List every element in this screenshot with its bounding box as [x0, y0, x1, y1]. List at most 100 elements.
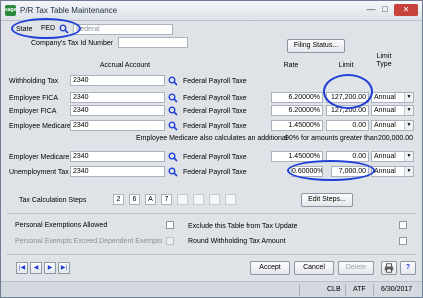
row-label-employee-medicare: Employee Medicare	[9, 123, 71, 130]
round-withholding-label: Round Withholding Tax Amount	[188, 238, 286, 245]
help-icon[interactable]: ?	[400, 261, 416, 275]
employee-medicare-account-desc: Federal Payroll Taxe	[183, 123, 247, 130]
employee-fica-account-desc: Federal Payroll Taxe	[183, 95, 247, 102]
tax-step-2[interactable]: 6	[129, 194, 140, 205]
company-tax-id-input[interactable]	[118, 37, 188, 48]
minimize-button[interactable]: —	[365, 4, 377, 16]
status-divider	[373, 284, 374, 296]
company-tax-id-label: Company's Tax Id Number	[31, 40, 114, 47]
employee-medicare-limit-input[interactable]: 0.00	[326, 120, 369, 131]
close-button[interactable]: ✕	[394, 4, 418, 16]
window-title: P/R Tax Table Maintenance	[20, 6, 118, 15]
next-record-icon[interactable]: ▶	[44, 262, 56, 274]
filing-status-button[interactable]: Filing Status...	[287, 39, 345, 53]
last-record-icon[interactable]: ▶|	[58, 262, 70, 274]
title-bar[interactable]: sage P/R Tax Table Maintenance — □ ✕	[1, 1, 422, 21]
employer-medicare-limit-type-select[interactable]: Annual ▼	[371, 151, 414, 162]
chevron-down-icon: ▼	[404, 93, 413, 102]
row-label-unemployment: Unemployment Tax	[9, 169, 69, 176]
exclude-tax-update-label: Exclude this Table from Tax Update	[188, 223, 298, 230]
medicare-threshold-amount[interactable]: 200,000.00	[371, 134, 413, 143]
unemployment-annotation-oval	[287, 160, 375, 181]
medicare-additional-rate[interactable]: .90%	[283, 134, 299, 143]
status-divider	[299, 284, 300, 296]
limit-type-header: Limit Type	[376, 53, 392, 68]
withholding-account-input[interactable]: 2340	[70, 75, 165, 86]
personal-exempts-exceed-label: Personal Exempts Exceed Dependent Exempt…	[15, 238, 163, 245]
employer-fica-limit-type-select[interactable]: Annual ▼	[371, 105, 414, 116]
delete-button[interactable]: Delete	[338, 261, 374, 275]
employee-fica-limit-type-select[interactable]: Annual ▼	[371, 92, 414, 103]
edit-steps-button[interactable]: Edit Steps...	[301, 193, 353, 207]
previous-record-icon[interactable]: ◀	[30, 262, 42, 274]
tax-step-5[interactable]	[177, 194, 188, 205]
personal-exemptions-label: Personal Exemptions Allowed	[15, 222, 108, 229]
tax-step-4[interactable]: 7	[161, 194, 172, 205]
unemployment-account-input[interactable]: 2340	[70, 166, 165, 177]
cancel-button[interactable]: Cancel	[294, 261, 334, 275]
employee-fica-lookup-icon[interactable]	[168, 93, 178, 103]
employer-medicare-lookup-icon[interactable]	[168, 152, 178, 162]
chevron-down-icon: ▼	[404, 121, 413, 130]
employer-fica-account-input[interactable]: 2340	[70, 105, 165, 116]
fica-limit-annotation-oval	[323, 74, 373, 109]
maximize-button[interactable]: □	[379, 4, 391, 16]
bottom-divider	[7, 254, 416, 255]
withholding-account-lookup-icon[interactable]	[168, 76, 178, 86]
tax-step-7[interactable]	[209, 194, 220, 205]
employee-medicare-limit-type-value: Annual	[374, 122, 396, 129]
employee-medicare-limit-type-select[interactable]: Annual ▼	[371, 120, 414, 131]
sage-app-icon: sage	[5, 5, 16, 16]
medicare-note-middle: for amounts greater than	[301, 135, 378, 142]
tax-step-6[interactable]	[193, 194, 204, 205]
employer-medicare-limit-type-value: Annual	[374, 153, 396, 160]
row-label-employee-fica: Employee FICA	[9, 95, 59, 102]
employee-fica-rate-input[interactable]: 6.20000%	[271, 92, 323, 103]
employer-medicare-account-input[interactable]: 2340	[70, 151, 165, 162]
status-date: 6/30/2017	[381, 286, 413, 293]
unemployment-lookup-icon[interactable]	[168, 167, 178, 177]
status-module: ATF	[353, 286, 366, 293]
employee-fica-limit-type-value: Annual	[374, 94, 396, 101]
status-company: CLB	[327, 286, 341, 293]
accept-button[interactable]: Accept	[250, 261, 290, 275]
row-label-employer-fica: Employer FICA	[9, 108, 57, 115]
personal-exemptions-checkbox[interactable]	[166, 221, 174, 229]
first-record-icon[interactable]: |◀	[16, 262, 28, 274]
round-withholding-checkbox[interactable]	[399, 237, 407, 245]
chevron-down-icon: ▼	[404, 106, 413, 115]
employee-fica-account-input[interactable]: 2340	[70, 92, 165, 103]
status-bar: CLB ATF 6/30/2017	[1, 281, 422, 297]
employer-fica-limit-type-value: Annual	[374, 107, 396, 114]
tax-step-3[interactable]: A	[145, 194, 156, 205]
personal-exempts-exceed-checkbox[interactable]	[166, 237, 174, 245]
state-description: Federal	[73, 24, 173, 35]
withholding-account-desc: Federal Payroll Taxe	[183, 78, 247, 85]
row-label-withholding: Withholding Tax	[9, 78, 59, 85]
unemployment-limit-type-value: Annual	[374, 168, 396, 175]
employer-fica-lookup-icon[interactable]	[168, 106, 178, 116]
rate-header: Rate	[283, 62, 299, 69]
employer-medicare-account-desc: Federal Payroll Taxe	[183, 154, 247, 161]
tax-step-8[interactable]	[225, 194, 236, 205]
tax-calc-steps-label: Tax Calculation Steps	[19, 197, 87, 204]
employer-fica-account-desc: Federal Payroll Taxe	[183, 108, 247, 115]
limit-header: Limit	[338, 62, 354, 69]
chevron-down-icon: ▼	[404, 167, 413, 176]
section-divider	[7, 213, 416, 214]
row-label-employer-medicare: Employer Medicare	[9, 154, 70, 161]
tax-step-1[interactable]: 2	[113, 194, 124, 205]
exclude-tax-update-checkbox[interactable]	[399, 221, 407, 229]
employer-fica-rate-input[interactable]: 6.20000%	[271, 105, 323, 116]
tax-table-window: sage P/R Tax Table Maintenance — □ ✕ Sta…	[0, 0, 423, 298]
chevron-down-icon: ▼	[404, 152, 413, 161]
unemployment-limit-type-select[interactable]: Annual ▼	[371, 166, 414, 177]
employee-medicare-account-input[interactable]: 2340	[70, 120, 165, 131]
employee-medicare-rate-input[interactable]: 1.45000%	[271, 120, 323, 131]
status-divider	[345, 284, 346, 296]
accrual-account-header: Accrual Account	[99, 62, 151, 69]
state-annotation-oval	[11, 18, 81, 39]
unemployment-account-desc: Federal Payroll Taxe	[183, 169, 247, 176]
employee-medicare-lookup-icon[interactable]	[168, 121, 178, 131]
print-icon[interactable]	[381, 261, 397, 275]
